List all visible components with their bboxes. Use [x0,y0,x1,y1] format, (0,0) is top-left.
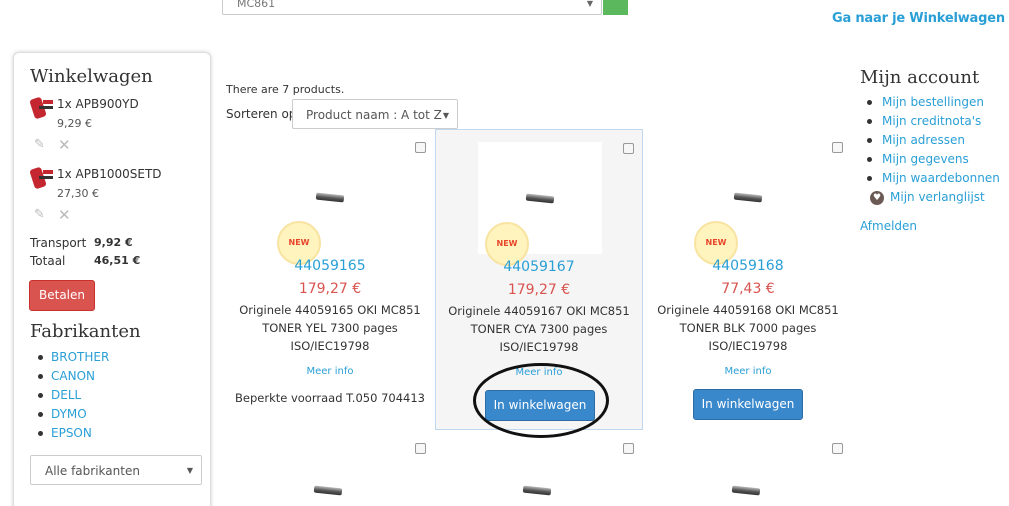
manufacturer-link[interactable]: CANON [36,369,109,388]
compare-checkbox[interactable] [415,443,426,454]
description-line: Originele 44059165 OKI MC851 [239,303,421,317]
pencil-icon[interactable]: ✎ [34,207,45,222]
account-menu: Mijn bestellingen Mijn creditnota's Mijn… [867,95,1000,209]
manufacturer-link[interactable]: EPSON [36,426,109,445]
toner-image[interactable] [522,485,552,496]
chevron-down-icon: ▼ [186,466,193,475]
product-reference[interactable]: 44059167 [436,259,642,275]
manufacturer-link[interactable]: DELL [36,388,109,407]
logout-link[interactable]: Afmelden [860,219,917,233]
toner-image [315,192,345,203]
pencil-icon[interactable]: ✎ [34,137,45,152]
total-row: Totaal 46,51 € [30,254,140,268]
compare-checkbox[interactable] [415,142,426,153]
compare-checkbox[interactable] [832,142,843,153]
stock-status: Beperkte voorraad T.050 704413 [235,391,425,405]
description-line: ISO/IEC19798 [708,339,788,353]
go-to-cart-link[interactable]: Ga naar je Winkelwagen [832,11,1005,26]
product-reference[interactable]: 44059168 [644,258,852,274]
compare-checkbox[interactable] [623,143,634,154]
description-line: TONER CYA 7300 pages [470,322,608,336]
account-title: Mijn account [860,67,980,88]
description-line: Originele 44059168 OKI MC851 [657,303,839,317]
manufacturer-select-value: Alle fabrikanten [45,464,140,478]
toner-image [733,192,763,203]
heart-icon: ♥ [870,191,884,205]
product-price: 179,27 € [298,281,362,297]
description-line: ISO/IEC19798 [499,340,579,354]
toner-image[interactable] [313,485,343,496]
manufacturer-link[interactable]: BROTHER [36,350,109,369]
product-description: Originele 44059165 OKI MC851 TONER YEL 7… [226,301,434,355]
toner-image[interactable] [731,485,761,496]
more-info-link[interactable]: Meer info [226,366,434,377]
search-value: MC861 [237,0,276,10]
manufacturer-list: BROTHER CANON DELL DYMO EPSON [36,350,109,445]
account-link-details[interactable]: Mijn gegevens [867,152,1000,171]
product-price: 179,27 € [507,282,571,298]
cart-item-price: 9,29 € [57,117,92,130]
description-line: TONER BLK 7000 pages [679,321,817,335]
product-count: There are 7 products. [226,83,345,96]
sort-select[interactable]: Product naam : A tot Z ▼ [292,99,458,129]
product-reference[interactable]: 44059165 [226,258,434,274]
description-line: Originele 44059167 OKI MC851 [448,304,630,318]
product-price: 77,43 € [721,281,775,297]
cart-item: 1x APB1000SETD 27,30 € ✎ ✕ [29,166,205,226]
wishlist-label: Mijn verlanglijst [890,190,985,204]
compare-checkbox[interactable] [623,443,634,454]
product-description: Originele 44059167 OKI MC851 TONER CYA 7… [436,302,642,356]
highlight-ellipse [473,363,609,438]
product-card: NEW 44059165 179,27 € Originele 44059165… [226,129,434,430]
product-thumbnail[interactable] [29,96,54,122]
cart-item-title[interactable]: 1x APB900YD [57,97,139,111]
search-button[interactable] [603,0,628,15]
sort-label: Sorteren op [226,107,297,121]
account-link-addresses[interactable]: Mijn adressen [867,133,1000,152]
cart-item-price: 27,30 € [57,187,99,200]
account-link-orders[interactable]: Mijn bestellingen [867,95,1000,114]
product-description: Originele 44059168 OKI MC851 TONER BLK 7… [644,301,852,355]
product-thumbnail[interactable] [29,166,54,192]
manufacturer-link[interactable]: DYMO [36,407,109,426]
sort-select-value: Product naam : A tot Z [306,108,442,122]
more-info-link[interactable]: Meer info [644,366,852,377]
account-link-credit-notes[interactable]: Mijn creditnota's [867,114,1000,133]
cart-title: Winkelwagen [30,66,153,87]
shipping-label: Transport [30,236,87,250]
search-select[interactable]: MC861 ▼ [222,0,602,15]
total-label: Totaal [30,254,66,268]
checkout-button[interactable]: Betalen [29,280,95,311]
description-line: ISO/IEC19798 [290,339,370,353]
close-icon[interactable]: ✕ [58,136,71,154]
manufacturers-title: Fabrikanten [30,321,141,342]
manufacturer-select[interactable]: Alle fabrikanten ▼ [30,455,202,485]
compare-checkbox[interactable] [832,443,843,454]
chevron-down-icon: ▼ [586,0,593,8]
close-icon[interactable]: ✕ [58,206,71,224]
cart-item-title[interactable]: 1x APB1000SETD [57,167,162,181]
description-line: TONER YEL 7300 pages [262,321,398,335]
shipping-row: Transport 9,92 € [30,236,133,250]
shipping-value: 9,92 € [94,236,133,249]
cart-item: 1x APB900YD 9,29 € ✎ ✕ [29,96,205,156]
product-card: NEW 44059168 77,43 € Originele 44059168 … [644,129,852,430]
account-link-wishlist[interactable]: ♥ Mijn verlanglijst [867,190,1000,209]
total-value: 46,51 € [94,254,141,267]
sidebar: Winkelwagen 1x APB900YD 9,29 € ✎ ✕ 1x AP… [13,52,211,506]
account-link-vouchers[interactable]: Mijn waardebonnen [867,171,1000,190]
add-to-cart-button[interactable]: In winkelwagen [693,389,803,420]
chevron-down-icon: ▼ [442,111,449,120]
toner-image [525,193,555,204]
